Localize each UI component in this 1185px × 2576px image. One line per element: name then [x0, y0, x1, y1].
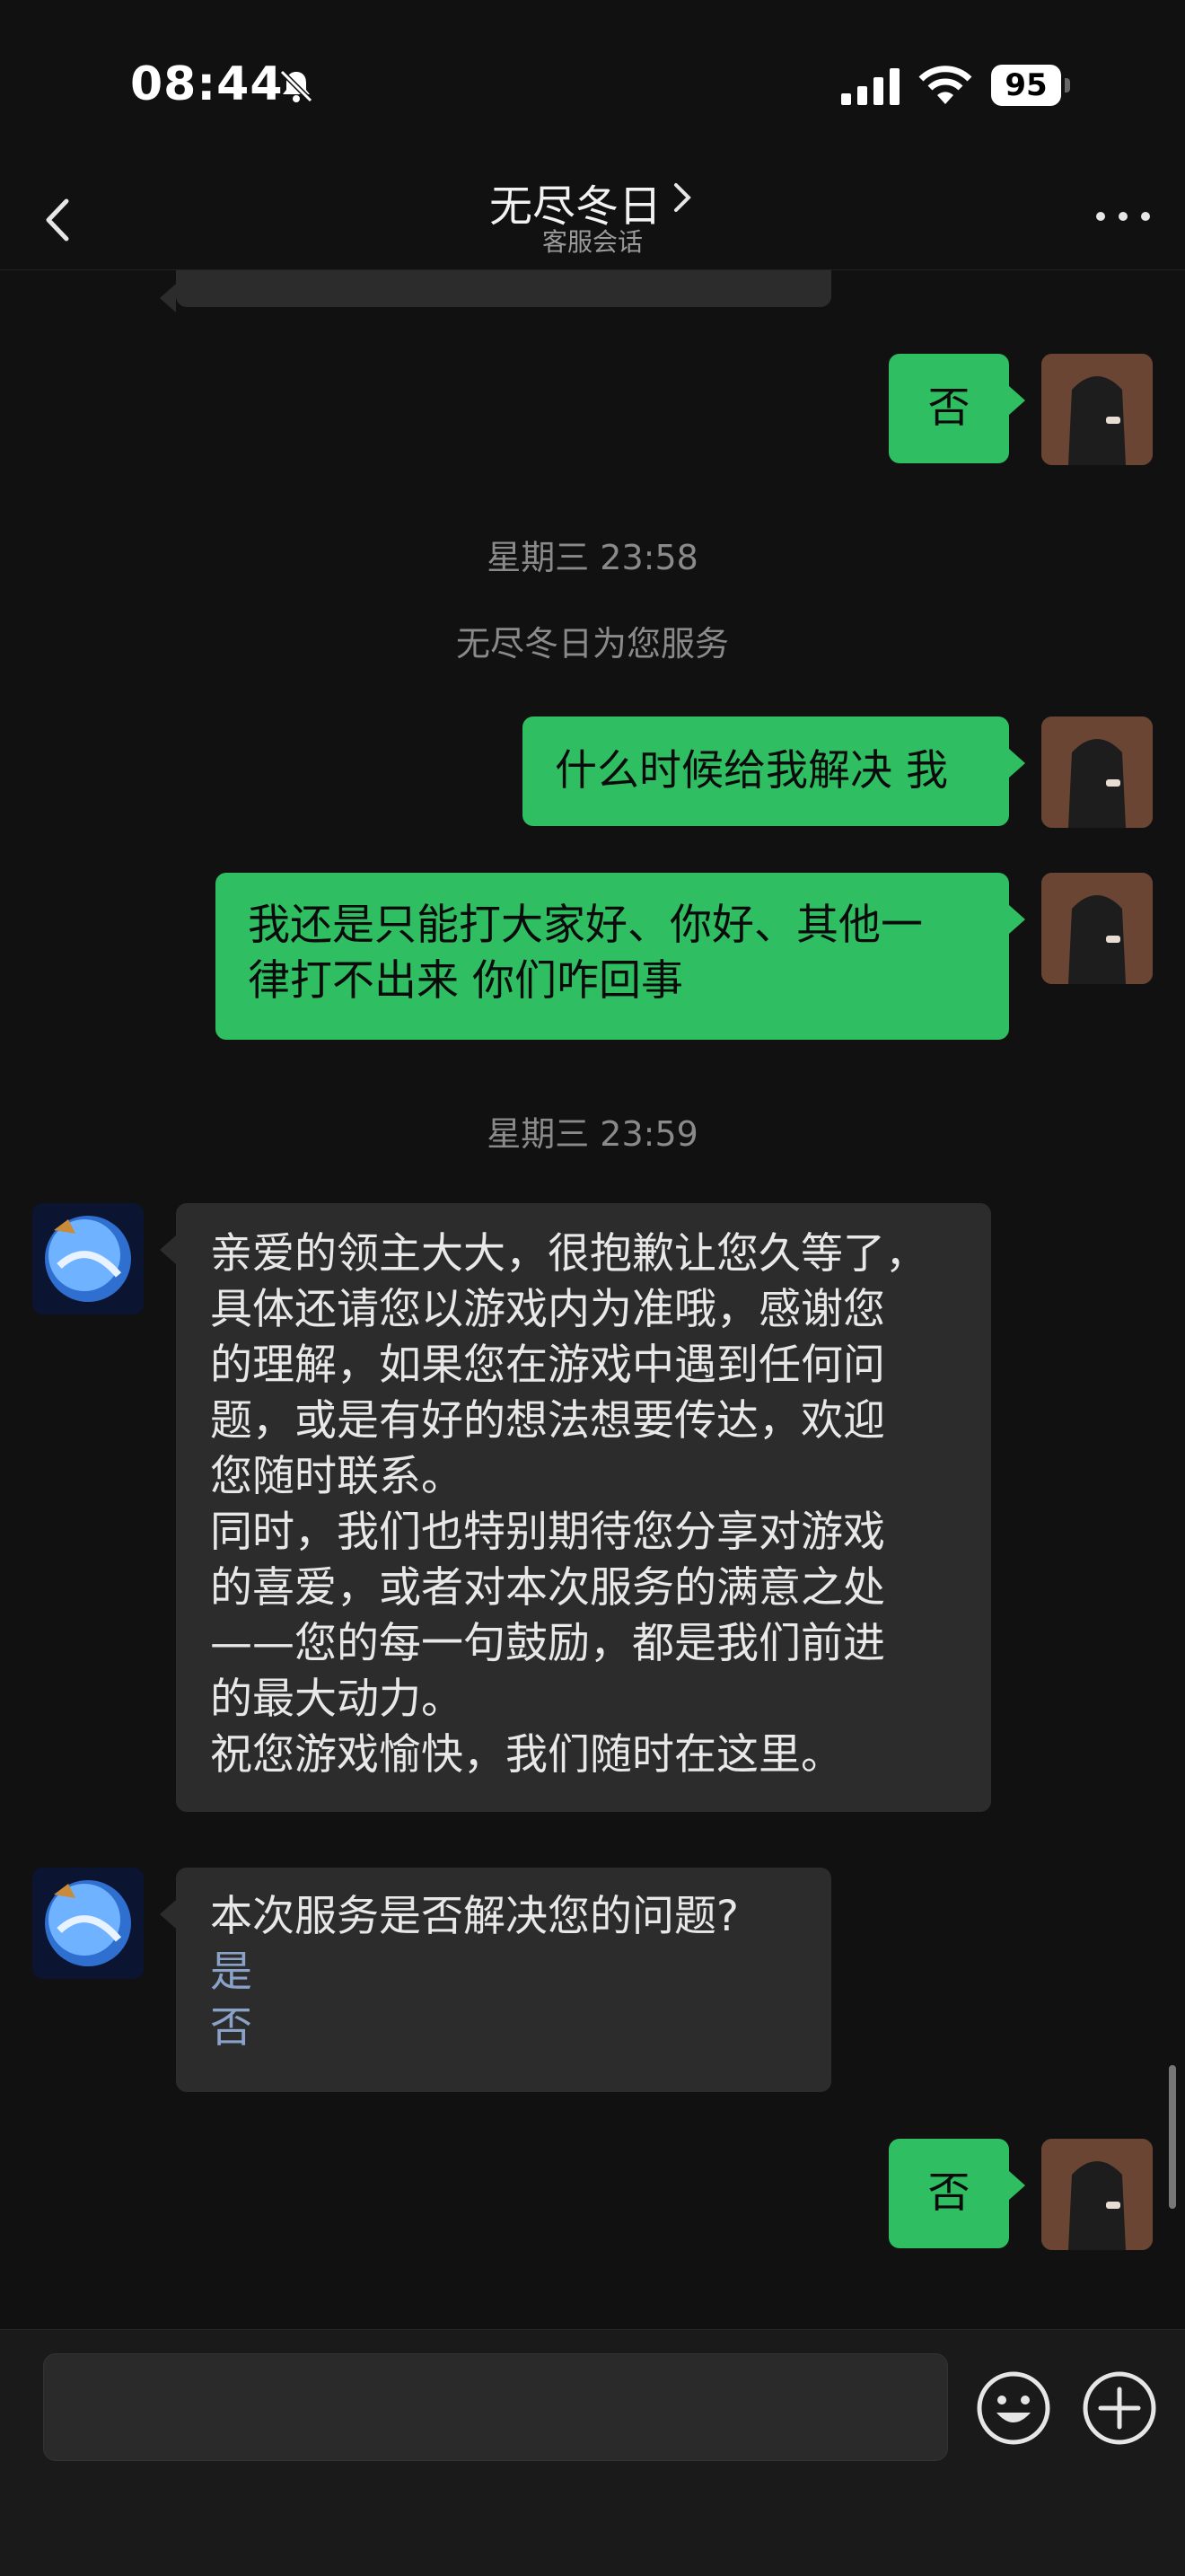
message-text-line: 的喜爱，或者对本次服务的满意之处	[210, 1563, 885, 1613]
signal-icon	[841, 68, 900, 105]
message-text-line: 亲爱的领主大大，很抱歉让您久等了，	[210, 1229, 927, 1279]
my-message-bubble: 否	[889, 354, 1025, 463]
message-text-line: 同时，我们也特别期待您分享对游戏	[210, 1508, 885, 1557]
battery-level: 95	[991, 65, 1061, 106]
smiley-icon[interactable]	[975, 2369, 1052, 2447]
avatar[interactable]	[1041, 354, 1153, 465]
page-subtitle: 客服会话	[541, 227, 643, 257]
partial-message-bubble	[160, 269, 831, 312]
my-message-bubble: 什么时候给我解决 我	[522, 717, 1025, 826]
message-text: 否	[927, 383, 970, 433]
avatar[interactable]	[1041, 2139, 1153, 2250]
message-text: 否	[927, 2168, 970, 2218]
system-note: 无尽冬日为您服务	[455, 624, 729, 664]
nav-bar: 无尽冬日 客服会话	[0, 171, 1185, 270]
wifi-icon	[918, 66, 972, 104]
chat-scroll-area[interactable]: 否 星期三 23:58 无尽冬日为您服务 什么时候给我解决 我 我还是只能打大家…	[0, 269, 1185, 2327]
status-bar: 08:44 95	[0, 0, 1185, 171]
message-text-line: 我还是只能打大家好、你好、其他一	[248, 901, 923, 950]
message-text-line: ——您的每一句鼓励，都是我们前进	[210, 1619, 885, 1668]
message-text-line: 您随时联系。	[210, 1452, 463, 1501]
message-text-line: 具体还请您以游戏内为准哦，感谢您	[210, 1285, 885, 1334]
status-time: 08:44	[130, 57, 284, 111]
input-bar	[0, 2329, 1185, 2576]
agent-question-bubble: 本次服务是否解决您的问题? 是 否	[160, 1868, 831, 2092]
avatar[interactable]	[32, 1203, 144, 1314]
timestamp: 星期三 23:58	[487, 538, 698, 577]
avatar[interactable]	[1041, 873, 1153, 984]
option-yes-link[interactable]: 是	[210, 1945, 797, 2000]
scrollbar[interactable]	[1169, 2065, 1176, 2209]
timestamp: 星期三 23:59	[487, 1114, 698, 1154]
my-message-bubble: 否	[889, 2139, 1025, 2248]
chevron-right-icon	[674, 183, 691, 212]
avatar[interactable]	[32, 1868, 144, 1979]
my-message-bubble: 我还是只能打大家好、你好、其他一 律打不出来 你们咋回事	[215, 873, 1025, 1040]
message-text-line: 的最大动力。	[210, 1675, 463, 1724]
message-text-line: 题，或是有好的想法想要传达，欢迎	[210, 1396, 885, 1446]
plus-circle-icon[interactable]	[1081, 2369, 1158, 2447]
avatar[interactable]	[1041, 717, 1153, 828]
message-text-line: 祝您游戏愉快，我们随时在这里。	[210, 1730, 843, 1780]
message-text-line: 的理解，如果您在游戏中遇到任何问	[210, 1341, 885, 1390]
agent-message-bubble: 亲爱的领主大大，很抱歉让您久等了， 具体还请您以游戏内为准哦，感谢您 的理解，如…	[160, 1203, 991, 1812]
message-input[interactable]	[43, 2353, 948, 2461]
option-no-link[interactable]: 否	[210, 2000, 797, 2056]
message-text: 什么时候给我解决 我	[555, 746, 948, 796]
battery-indicator: 95	[991, 65, 1072, 106]
message-text-line: 律打不出来 你们咋回事	[248, 956, 683, 1006]
bell-slash-icon	[279, 69, 313, 103]
question-text: 本次服务是否解决您的问题?	[210, 1892, 739, 1941]
ellipsis-icon[interactable]	[1092, 203, 1154, 230]
